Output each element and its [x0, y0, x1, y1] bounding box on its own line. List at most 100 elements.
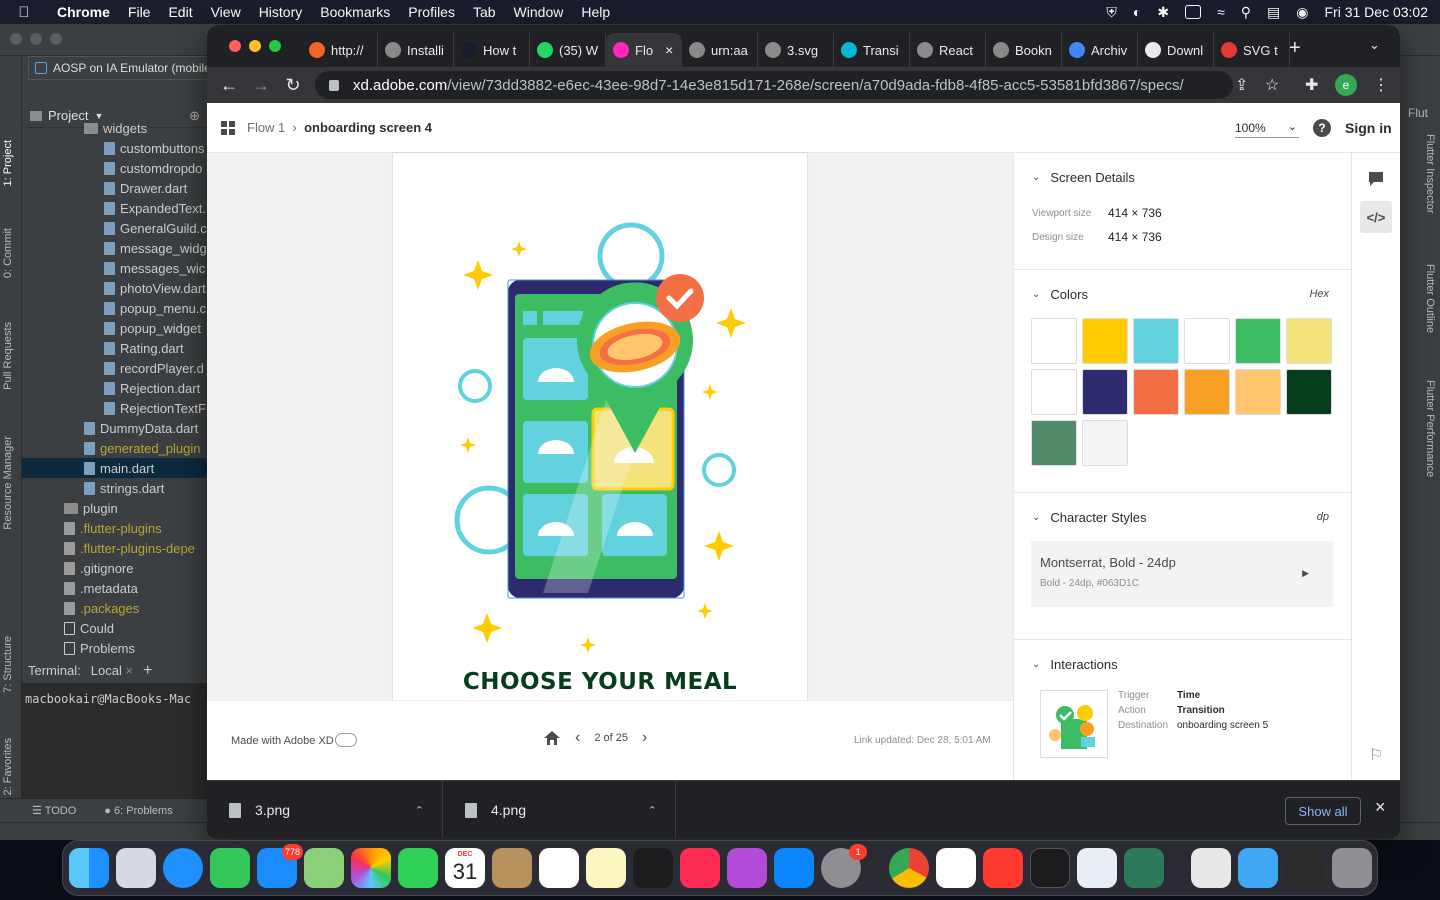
tool-tab-resource-manager[interactable]: Resource Manager	[2, 436, 20, 530]
menu-tab[interactable]: Tab	[464, 4, 505, 20]
new-tab-button[interactable]: +	[1289, 37, 1301, 60]
made-with-xd[interactable]: Made with Adobe XD	[231, 735, 334, 747]
mail-icon[interactable]: 778	[257, 844, 303, 888]
tool-tab-flutter-outline[interactable]: Flutter Outline	[1420, 264, 1436, 333]
forward-button[interactable]: →	[245, 75, 277, 96]
tool-tab-structure[interactable]: 7: Structure	[2, 636, 20, 693]
colors-header[interactable]: ⌄ Colors Hex	[1014, 270, 1351, 318]
tool-tab-commit[interactable]: 0: Commit	[2, 228, 20, 278]
sign-in-link[interactable]: Sign in	[1345, 120, 1392, 136]
browser-tab[interactable]: Downl	[1138, 33, 1214, 67]
share-icon[interactable]: ⇪	[1235, 75, 1248, 95]
chevron-up-icon[interactable]: ⌃	[415, 804, 424, 817]
tree-item[interactable]: RejectionTextF	[22, 398, 208, 418]
android-studio-icon[interactable]	[1077, 848, 1117, 888]
tree-item[interactable]: recordPlayer.d	[22, 358, 208, 378]
status-icon[interactable]: ◐	[1133, 4, 1141, 20]
interactions-header[interactable]: ⌄ Interactions	[1014, 640, 1351, 688]
browser-tab[interactable]: How t	[454, 33, 530, 67]
archive-file-icon[interactable]	[1191, 848, 1231, 888]
tree-item[interactable]: customdropdo	[22, 158, 208, 178]
ide-close-button[interactable]	[10, 33, 22, 45]
tree-item[interactable]: .packages	[22, 598, 208, 618]
chevron-down-icon[interactable]: ▼	[94, 111, 103, 121]
terminal-tab-local[interactable]: Local ×	[91, 663, 133, 678]
tree-item[interactable]: Drawer.dart	[22, 178, 208, 198]
lock-icon[interactable]	[329, 79, 339, 91]
color-swatch[interactable]	[1031, 420, 1077, 466]
browser-tab[interactable]: React	[910, 33, 986, 67]
terminal-prompt[interactable]: macbookair@MacBooks-Mac	[22, 684, 208, 714]
menu-edit[interactable]: Edit	[159, 4, 201, 20]
color-swatch[interactable]	[1235, 318, 1281, 364]
tree-item[interactable]: Rejection.dart	[22, 378, 208, 398]
window-close-button[interactable]	[229, 40, 241, 52]
artboard-onboarding-screen[interactable]: CHOOSE YOUR MEAL	[393, 153, 807, 700]
color-swatch[interactable]	[1235, 369, 1281, 415]
color-swatch[interactable]	[1184, 318, 1230, 364]
chrome-menu-icon[interactable]: ⋮	[1373, 75, 1389, 95]
locate-file-icon[interactable]: ⊕	[189, 108, 200, 124]
profile-avatar[interactable]: e	[1335, 74, 1357, 96]
wifi-icon[interactable]: ≈	[1217, 4, 1225, 20]
tree-item[interactable]: plugin	[22, 498, 208, 518]
control-center-icon[interactable]: ▤	[1267, 4, 1280, 21]
tree-item[interactable]: Problems	[22, 638, 208, 658]
chrome-icon[interactable]	[889, 848, 929, 888]
menu-history[interactable]: History	[250, 4, 312, 20]
color-swatch[interactable]	[1133, 369, 1179, 415]
tree-item[interactable]: main.dart	[22, 458, 208, 478]
bottom-tab-todo[interactable]: ☰ TODO	[32, 804, 76, 817]
unit-toggle[interactable]: dp	[1317, 511, 1329, 523]
contacts-icon[interactable]	[492, 848, 532, 888]
messages-icon[interactable]	[210, 848, 250, 888]
menubar-clock[interactable]: Fri 31 Dec 03:02	[1325, 4, 1429, 20]
tree-item[interactable]: .flutter-plugins-depe	[22, 538, 208, 558]
spotlight-search-icon[interactable]: ⚲	[1241, 4, 1251, 21]
ide-zoom-button[interactable]	[50, 33, 62, 45]
folder-icon[interactable]	[1238, 848, 1278, 888]
maps-icon[interactable]	[304, 848, 344, 888]
apple-menu-icon[interactable]: 	[0, 4, 48, 21]
vscode-icon[interactable]	[936, 848, 976, 888]
apple-tv-icon[interactable]	[633, 848, 673, 888]
menu-bookmarks[interactable]: Bookmarks	[311, 4, 399, 20]
color-swatch[interactable]	[1286, 318, 1332, 364]
back-button[interactable]: ←	[213, 75, 245, 96]
tree-item[interactable]: custombuttons	[22, 138, 208, 158]
color-swatch[interactable]	[1031, 318, 1077, 364]
download-item[interactable]: 4.png ⌃	[443, 781, 676, 838]
notes-icon[interactable]	[586, 848, 626, 888]
tree-item[interactable]: messages_wic	[22, 258, 208, 278]
browser-tab[interactable]: Installi	[378, 33, 454, 67]
terminal-icon[interactable]	[1030, 848, 1070, 888]
screen-details-header[interactable]: ⌄ Screen Details	[1014, 153, 1351, 201]
tool-tab-flutter-inspector[interactable]: Flutter Inspector	[1420, 134, 1436, 213]
tree-item[interactable]: .metadata	[22, 578, 208, 598]
project-panel-title[interactable]: Project	[48, 108, 88, 123]
tool-tab-favorites[interactable]: 2: Favorites	[2, 738, 20, 795]
tree-item[interactable]: popup_widget	[22, 318, 208, 338]
character-styles-header[interactable]: ⌄ Character Styles dp	[1014, 493, 1351, 541]
tool-tab-project[interactable]: 1: Project	[2, 140, 20, 186]
creative-cloud-icon[interactable]	[335, 733, 357, 747]
bottom-tab-problems[interactable]: ● 6: Problems	[104, 805, 172, 817]
zoom-select[interactable]: 100% ⌄	[1235, 121, 1299, 138]
tree-item[interactable]: GeneralGuild.c	[22, 218, 208, 238]
color-swatch[interactable]	[1286, 369, 1332, 415]
menu-app[interactable]: Chrome	[48, 4, 119, 20]
browser-tab[interactable]: 3.svg	[758, 33, 834, 67]
tree-item[interactable]: strings.dart	[22, 478, 208, 498]
browser-tab[interactable]: urn:aa	[682, 33, 758, 67]
browser-tab[interactable]: http://	[302, 33, 378, 67]
tab-search-icon[interactable]: ⌄	[1369, 37, 1380, 53]
reload-button[interactable]: ↻	[277, 75, 309, 96]
window-zoom-button[interactable]	[269, 40, 281, 52]
app-store-icon[interactable]	[774, 848, 814, 888]
color-swatch[interactable]	[1082, 318, 1128, 364]
safari-icon[interactable]	[163, 848, 203, 888]
browser-tab[interactable]: (35) W	[530, 33, 606, 67]
comments-icon[interactable]	[1360, 163, 1392, 195]
menu-profiles[interactable]: Profiles	[399, 4, 464, 20]
code-specs-icon[interactable]: </>	[1360, 201, 1392, 233]
